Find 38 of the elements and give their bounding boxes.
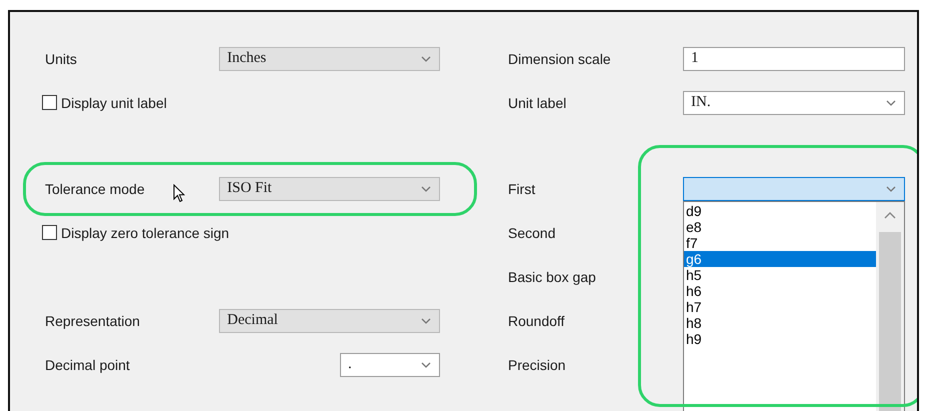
combo-box[interactable]: Inches bbox=[219, 46, 440, 70]
list-option[interactable]: e8 bbox=[684, 218, 876, 234]
chevron-icon bbox=[421, 318, 431, 324]
chevron-icon bbox=[421, 362, 431, 368]
combo-box[interactable]: ISO Fit bbox=[219, 176, 440, 200]
field-label: Units bbox=[45, 50, 77, 66]
scrollbar-drawing[interactable] bbox=[876, 202, 904, 411]
field-label: Second bbox=[508, 224, 556, 240]
list-option[interactable]: h8 bbox=[684, 314, 876, 330]
chevron-icon bbox=[886, 186, 896, 192]
chevron-icon bbox=[886, 100, 896, 106]
combo-box[interactable]: . bbox=[340, 352, 440, 376]
field-label: Precision bbox=[508, 356, 566, 372]
list-option[interactable]: g6 bbox=[684, 250, 876, 266]
field-label: Roundoff bbox=[508, 312, 565, 328]
checkbox-label: Display unit label bbox=[61, 94, 167, 110]
field-label: Representation bbox=[45, 312, 140, 328]
list-option[interactable]: h7 bbox=[684, 298, 876, 314]
list-option[interactable]: h6 bbox=[684, 282, 876, 298]
checkbox-label: Display zero tolerance sign bbox=[61, 224, 230, 240]
list-option[interactable]: d9 bbox=[684, 202, 876, 218]
combo-box[interactable]: IN. bbox=[683, 90, 905, 114]
list-option[interactable]: h5 bbox=[684, 266, 876, 282]
combo-box[interactable] bbox=[683, 176, 905, 200]
list-option[interactable]: f7 bbox=[684, 234, 876, 250]
field-label: Dimension scale bbox=[508, 50, 611, 66]
combo-box[interactable]: Decimal bbox=[219, 308, 440, 332]
chevron-icon bbox=[421, 186, 431, 192]
field-label: Decimal point bbox=[45, 356, 130, 372]
list-option[interactable]: h9 bbox=[684, 330, 876, 346]
field-label: Basic box gap bbox=[508, 268, 596, 284]
checkbox[interactable] bbox=[42, 95, 57, 110]
field-label: Unit label bbox=[508, 94, 566, 110]
checkbox[interactable] bbox=[42, 225, 57, 240]
chevron-icon bbox=[421, 56, 431, 62]
field-label: Tolerance mode bbox=[45, 180, 145, 196]
input-field[interactable]: 1 bbox=[683, 46, 905, 70]
field-label: First bbox=[508, 180, 536, 196]
